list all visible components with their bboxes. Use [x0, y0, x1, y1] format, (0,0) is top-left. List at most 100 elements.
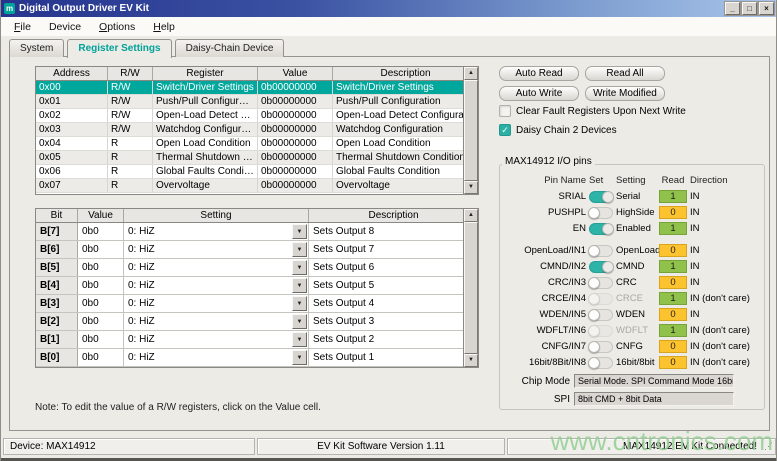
- bit-cell-description: Sets Output 2: [309, 331, 478, 348]
- dropdown-arrow-icon[interactable]: ▼: [292, 224, 307, 239]
- register-row[interactable]: 0x00R/WSwitch/Driver Settings0b00000000S…: [36, 81, 478, 95]
- register-row[interactable]: 0x03R/WWatchdog Configuration0b00000000W…: [36, 123, 478, 137]
- io-pins-rows: SRIALSerial1INPUSHPLHighSide0INENEnabled…: [506, 189, 760, 370]
- io-pin-name: CRCE/IN4: [506, 293, 586, 304]
- io-pin-toggle[interactable]: [589, 261, 613, 273]
- scroll-up-icon[interactable]: ▲: [464, 67, 478, 80]
- bit-setting-dropdown[interactable]: 0: HiZ▼: [124, 313, 309, 330]
- maximize-button[interactable]: □: [742, 2, 757, 15]
- dropdown-arrow-icon[interactable]: ▼: [292, 242, 307, 257]
- bit-setting-dropdown[interactable]: 0: HiZ▼: [124, 331, 309, 348]
- register-cell-value[interactable]: 0b00000000: [258, 109, 333, 122]
- titlebar[interactable]: m Digital Output Driver EV Kit _□×: [1, 0, 776, 17]
- io-pin-toggle[interactable]: [589, 245, 613, 257]
- scroll-up-icon[interactable]: ▲: [464, 209, 478, 222]
- checkbox-clear-fault[interactable]: [499, 105, 511, 117]
- register-row[interactable]: 0x01R/WPush/Pull Configuration0b00000000…: [36, 95, 478, 109]
- menu-device[interactable]: Device: [40, 19, 90, 35]
- menu-file[interactable]: File: [5, 19, 40, 35]
- bit-cell-description: Sets Output 4: [309, 295, 478, 312]
- bit-col-header: Description: [309, 209, 478, 222]
- bit-setting-dropdown[interactable]: 0: HiZ ▼: [124, 259, 309, 276]
- io-pin-direction: IN: [690, 245, 760, 256]
- close-button[interactable]: ×: [759, 2, 774, 15]
- dropdown-arrow-icon[interactable]: ▼: [292, 350, 307, 365]
- dropdown-arrow-icon[interactable]: ▼: [292, 296, 307, 311]
- io-pin-row-crc-in3: CRC/IN3CRC0IN: [506, 275, 760, 290]
- register-cell-value[interactable]: 0b00000000: [258, 137, 333, 150]
- register-row[interactable]: 0x05RThermal Shutdown Condition0b0000000…: [36, 151, 478, 165]
- io-pin-row-openload-in1: OpenLoad/IN1OpenLoad0IN: [506, 243, 760, 258]
- io-pin-toggle[interactable]: [589, 223, 613, 235]
- register-cell-value[interactable]: 0b00000000: [258, 95, 333, 108]
- dropdown-arrow-icon[interactable]: ▼: [292, 260, 307, 275]
- register-table-scrollbar[interactable]: ▲▼: [463, 67, 478, 194]
- auto-write-button[interactable]: Auto Write: [499, 86, 579, 101]
- menu-options[interactable]: Options: [90, 19, 144, 35]
- register-col-header: Value: [258, 67, 333, 80]
- io-pin-toggle[interactable]: [589, 357, 613, 369]
- bit-cell-name: B[4]: [36, 277, 78, 294]
- io-col-header: Read: [659, 175, 687, 186]
- io-pin-toggle[interactable]: [589, 191, 613, 203]
- bit-cell-value: 0b0: [78, 277, 124, 294]
- checkbox-daisy-chain[interactable]: ✓: [499, 124, 511, 136]
- register-cell-value[interactable]: 0b00000000: [258, 81, 333, 94]
- register-cell-register: Push/Pull Configuration: [153, 95, 258, 108]
- io-pin-direction: IN: [690, 309, 760, 320]
- register-row[interactable]: 0x02R/WOpen-Load Detect Configuration0b0…: [36, 109, 478, 123]
- bit-setting-dropdown[interactable]: 0: HiZ▼: [124, 223, 309, 240]
- io-pin-name: WDFLT/IN6: [506, 325, 586, 336]
- bit-cell-name: B[3]: [36, 295, 78, 312]
- register-table-body: 0x00R/WSwitch/Driver Settings0b00000000S…: [36, 81, 478, 193]
- io-pin-toggle[interactable]: [589, 207, 613, 219]
- tab-daisy-chain-device[interactable]: Daisy-Chain Device: [175, 39, 285, 57]
- register-cell-value[interactable]: 0b00000000: [258, 165, 333, 178]
- register-cell-description: Overvoltage: [333, 179, 478, 192]
- bit-cell-value: 0b0: [78, 313, 124, 330]
- scroll-down-icon[interactable]: ▼: [464, 181, 478, 194]
- auto-read-button[interactable]: Auto Read: [499, 66, 579, 81]
- bit-setting-dropdown[interactable]: 0: HiZ▼: [124, 295, 309, 312]
- scroll-down-icon[interactable]: ▼: [464, 354, 478, 367]
- io-pin-toggle[interactable]: [589, 277, 613, 289]
- bit-setting-value: 0: HiZ: [128, 262, 155, 273]
- bit-setting-dropdown[interactable]: 0: HiZ▼: [124, 277, 309, 294]
- spi-row: SPI 8bit CMD + 8bit Data: [506, 392, 760, 406]
- bit-cell-value: 0b0: [78, 331, 124, 348]
- bit-setting-dropdown[interactable]: 0: HiZ▼: [124, 349, 309, 366]
- tab-register-settings[interactable]: Register Settings: [67, 39, 171, 58]
- bit-cell-name: B[5]: [36, 259, 78, 276]
- minimize-button[interactable]: _: [725, 2, 740, 15]
- register-row[interactable]: 0x06RGlobal Faults Condition0b00000000Gl…: [36, 165, 478, 179]
- status-device: Device: MAX14912: [3, 438, 255, 455]
- scroll-thumb[interactable]: [464, 80, 478, 181]
- scroll-thumb[interactable]: [464, 222, 478, 354]
- register-row[interactable]: 0x04ROpen Load Condition0b00000000Open L…: [36, 137, 478, 151]
- dropdown-arrow-icon[interactable]: ▼: [292, 314, 307, 329]
- io-pin-read-indicator: 1: [659, 292, 687, 305]
- bit-row: B[5]0b00: HiZ▼Sets Output 6: [36, 259, 478, 277]
- bit-setting-dropdown[interactable]: 0: HiZ▼: [124, 241, 309, 258]
- tab-system[interactable]: System: [9, 39, 64, 57]
- register-cell-value[interactable]: 0b00000000: [258, 151, 333, 164]
- menu-help[interactable]: Help: [144, 19, 184, 35]
- register-cell-description: Watchdog Configuration: [333, 123, 478, 136]
- bit-table-scrollbar[interactable]: ▲▼: [463, 209, 478, 367]
- toggle-knob-icon: [588, 207, 600, 219]
- read-all-button[interactable]: Read All: [585, 66, 665, 81]
- register-cell-value[interactable]: 0b00000000: [258, 123, 333, 136]
- resize-grip-icon[interactable]: ⋰: [764, 440, 773, 452]
- io-pin-toggle[interactable]: [589, 341, 613, 353]
- register-cell-value[interactable]: 0b00000000: [258, 179, 333, 192]
- io-pin-direction: IN: [690, 207, 760, 218]
- chip-mode-value: Serial Mode. SPI Command Mode 16bit: [574, 374, 734, 388]
- io-col-header: Direction: [690, 175, 760, 186]
- io-pin-toggle[interactable]: [589, 309, 613, 321]
- write-modified-button[interactable]: Write Modified: [585, 86, 665, 101]
- dropdown-arrow-icon[interactable]: ▼: [292, 332, 307, 347]
- register-cell-rw: R/W: [108, 81, 153, 94]
- register-row[interactable]: 0x07ROvervoltage0b00000000Overvoltage: [36, 179, 478, 193]
- dropdown-arrow-icon[interactable]: ▼: [292, 278, 307, 293]
- io-pin-read-indicator: 1: [659, 222, 687, 235]
